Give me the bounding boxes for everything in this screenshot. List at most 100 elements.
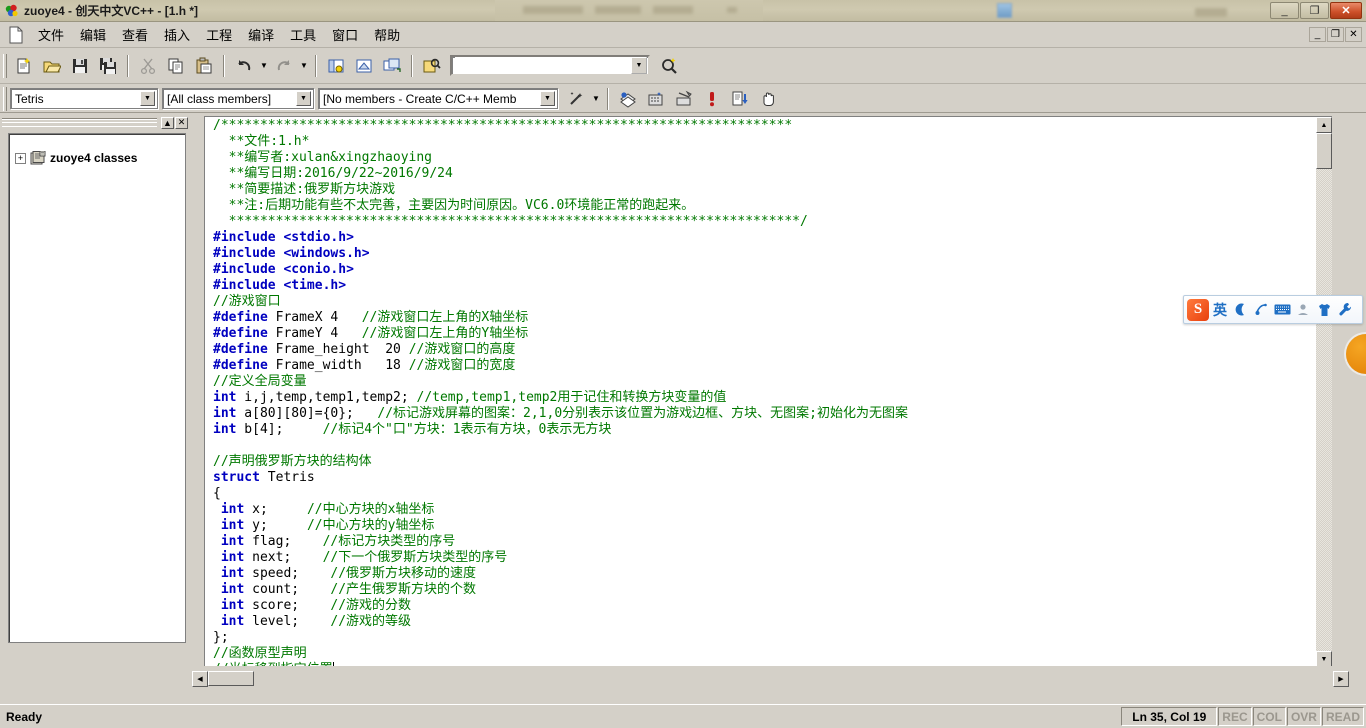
menu-item-help[interactable]: 帮助	[366, 23, 408, 46]
mdi-restore-button[interactable]: ❐	[1327, 27, 1344, 42]
class-combo[interactable]: [All class members] ▼	[162, 88, 314, 109]
code-line: **简要描述:俄罗斯方块游戏	[213, 182, 1332, 198]
wizardbar-separator-1	[607, 87, 609, 110]
code-line: int x; //中心方块的x轴坐标	[213, 502, 1332, 518]
sogou-logo-icon[interactable]: S	[1187, 298, 1209, 321]
code-token: #define	[213, 310, 268, 325]
paste-icon[interactable]	[191, 53, 217, 79]
code-token: y;	[244, 518, 307, 533]
redo-icon[interactable]	[271, 53, 297, 79]
minimize-button[interactable]: _	[1270, 2, 1299, 19]
code-token: **注:后期功能有些不太完善，主要因为时间原因。VC6.0环境能正常的跑起来。	[213, 198, 695, 213]
vc-app-icon[interactable]	[4, 3, 20, 19]
standard-toolbar: ▼ ▼ ▼	[0, 48, 1366, 84]
menu-item-view[interactable]: 查看	[114, 23, 156, 46]
new-file-icon[interactable]	[11, 53, 37, 79]
code-line: #define Frame_width 18 //游戏窗口的宽度	[213, 358, 1332, 374]
workspace-icon[interactable]	[323, 53, 349, 79]
workspace-tree[interactable]: + zuoye4 classes	[8, 133, 186, 643]
editor-vertical-scrollbar[interactable]: ▲ ▼	[1316, 117, 1332, 666]
voice-icon[interactable]	[1252, 300, 1270, 320]
sogou-ime-toolbar[interactable]: S 英	[1183, 295, 1363, 324]
member-combo[interactable]: [No members - Create C/C++ Memb ▼	[318, 88, 558, 109]
find-combo[interactable]: ▼	[450, 55, 650, 76]
moon-icon[interactable]	[1231, 300, 1249, 320]
find-icon[interactable]	[656, 53, 682, 79]
member-combo-dropdown-icon[interactable]: ▼	[540, 91, 555, 106]
save-all-icon[interactable]	[95, 53, 121, 79]
ime-language-mode[interactable]: 英	[1212, 300, 1228, 320]
code-token: <time.h>	[283, 278, 347, 293]
redo-dropdown-icon[interactable]: ▼	[298, 53, 310, 79]
code-line: int a[80][80]={0}; //标记游戏屏幕的图案：2,1,0分别表示…	[213, 406, 1332, 422]
code-line: //定义全局变量	[213, 374, 1332, 390]
code-token: a[80][80]={0};	[236, 406, 378, 421]
cut-icon[interactable]	[135, 53, 161, 79]
save-file-icon[interactable]	[67, 53, 93, 79]
open-file-icon[interactable]	[39, 53, 65, 79]
project-combo-dropdown-icon[interactable]: ▼	[140, 91, 155, 106]
user-icon[interactable]	[1294, 300, 1312, 320]
code-token: int	[220, 566, 245, 581]
undo-dropdown-icon[interactable]: ▼	[258, 53, 270, 79]
vc6-application-window: zuoye4 - 创天中文VC++ - [1.h *] _ ❐ ✕ 文件 编辑 …	[0, 0, 1366, 728]
scroll-up-button[interactable]: ▲	[1316, 117, 1332, 133]
toolbar-separator-2	[223, 54, 225, 77]
toolbox-icon[interactable]	[1336, 300, 1354, 320]
wizard-magic-icon[interactable]	[563, 86, 589, 112]
scroll-down-button[interactable]: ▼	[1316, 651, 1332, 666]
code-token: //游戏窗口的高度	[408, 342, 516, 357]
output-window-icon[interactable]	[351, 53, 377, 79]
pan-hand-icon[interactable]	[755, 86, 781, 112]
code-token: int	[213, 422, 237, 437]
wizardbar-grip[interactable]	[3, 86, 7, 111]
window-list-icon[interactable]	[379, 53, 405, 79]
editor-horizontal-scrollbar[interactable]: ◀ ▶	[192, 671, 1366, 688]
hscroll-thumb[interactable]	[208, 671, 254, 686]
vscroll-track[interactable]	[1316, 133, 1332, 651]
menu-item-window[interactable]: 窗口	[324, 23, 366, 46]
insert-handler-icon[interactable]	[615, 86, 641, 112]
menu-item-edit[interactable]: 编辑	[72, 23, 114, 46]
project-combo[interactable]: Tetris ▼	[10, 88, 158, 109]
copy-icon[interactable]	[163, 53, 189, 79]
undo-icon[interactable]	[231, 53, 257, 79]
find-in-files-icon[interactable]	[419, 53, 445, 79]
code-token: FrameX 4	[267, 310, 362, 325]
tree-item-zuoye4-classes[interactable]: + zuoye4 classes	[9, 149, 185, 167]
menu-item-insert[interactable]: 插入	[156, 23, 198, 46]
goto-definition-icon[interactable]	[727, 86, 753, 112]
add-member-variable-icon[interactable]	[671, 86, 697, 112]
scroll-right-button[interactable]: ▶	[1333, 671, 1349, 687]
menu-item-project[interactable]: 工程	[198, 23, 240, 46]
wizard-dropdown-icon[interactable]: ▼	[590, 86, 602, 112]
code-line: /***************************************…	[213, 118, 1332, 134]
find-combo-dropdown-icon[interactable]: ▼	[631, 57, 647, 74]
workspace-caption-gripper[interactable]	[2, 118, 157, 127]
keyboard-icon[interactable]	[1273, 300, 1291, 320]
toolbar-grip[interactable]	[3, 53, 7, 78]
workspace-close-button[interactable]: ✕	[175, 116, 188, 129]
close-button[interactable]: ✕	[1330, 2, 1362, 19]
find-input[interactable]	[455, 57, 631, 74]
code-text[interactable]: /***************************************…	[213, 118, 1332, 666]
add-member-function-icon[interactable]	[643, 86, 669, 112]
goto-error-icon[interactable]	[699, 86, 725, 112]
mdi-minimize-button[interactable]: _	[1309, 27, 1326, 42]
workspace-collapse-button[interactable]: ▲	[161, 116, 174, 129]
tree-expander-icon[interactable]: +	[15, 152, 26, 164]
skin-icon[interactable]	[1315, 300, 1333, 320]
vscroll-thumb[interactable]	[1316, 133, 1332, 169]
code-line: #define Frame_height 20 //游戏窗口的高度	[213, 342, 1332, 358]
code-line: #include <time.h>	[213, 278, 1332, 294]
menu-item-build[interactable]: 编译	[240, 23, 282, 46]
mdi-close-button[interactable]: ✕	[1345, 27, 1362, 42]
menu-item-tools[interactable]: 工具	[282, 23, 324, 46]
menu-item-file[interactable]: 文件	[30, 23, 72, 46]
scroll-left-button[interactable]: ◀	[192, 671, 208, 687]
restore-button[interactable]: ❐	[1300, 2, 1329, 19]
class-combo-dropdown-icon[interactable]: ▼	[296, 91, 311, 106]
document-icon[interactable]	[8, 26, 24, 44]
code-editor[interactable]: /***************************************…	[204, 116, 1332, 666]
